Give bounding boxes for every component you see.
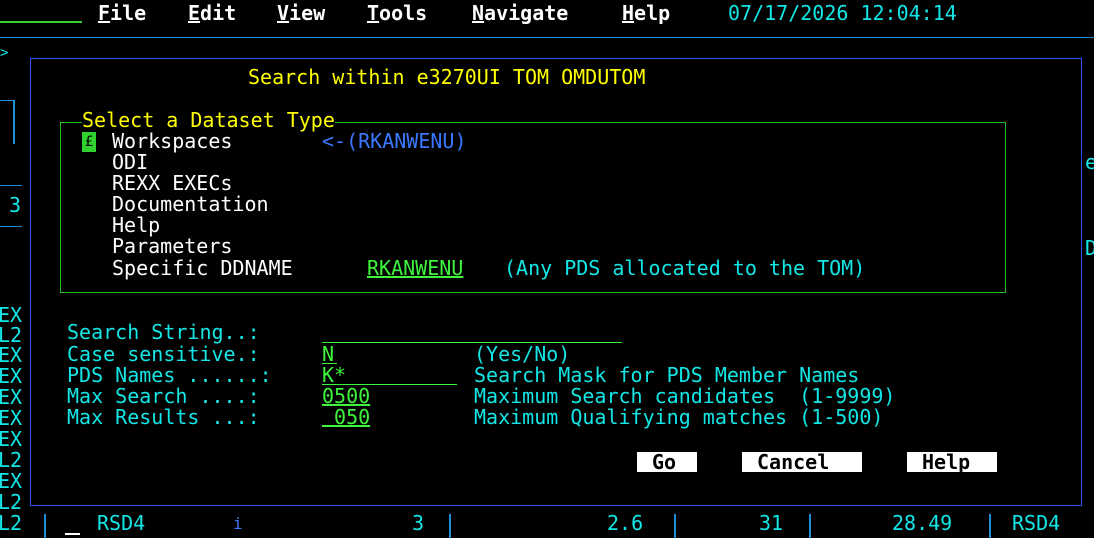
option-documentation[interactable]: Documentation [112,194,269,215]
menu-help[interactable]: Help [622,3,670,24]
max-results-label: Max Results ...: [67,405,260,429]
status-cursor [65,533,80,535]
case-sensitive-input[interactable]: N [322,344,334,365]
pds-names-hint: Search Mask for PDS Member Names [474,363,860,387]
bg-left-row7: EX [0,427,23,451]
status-val1: 2.6 [607,511,644,535]
menu-tools[interactable]: Tools [367,3,427,24]
bg-left-arrow: > [0,45,9,61]
menu-navigate[interactable]: Navigate [472,3,568,24]
bg-left-row10: L2 [0,490,23,514]
case-sensitive-hint: (Yes/No) [474,342,571,366]
status-divider-3 [809,514,811,538]
menu-file-key: F [98,1,111,25]
cancel-button[interactable]: Cancel [742,452,862,472]
workspaces-hint: <-(RKANWENU) [322,129,467,153]
status-divider-4 [989,514,991,538]
help-button[interactable]: Help [907,452,997,472]
bg-right-d: D [1085,236,1094,260]
bg-left-row6: EX [0,406,23,430]
menu-navigate-rest: avigate [484,1,569,25]
datetime: 07/17/2026 12:04:14 [728,1,957,25]
bg-left-row11: L2 [0,511,23,535]
bg-left-3: 3 [9,193,22,217]
menu-edit-key: E [188,1,201,25]
case-sensitive-label: Case sensitive.: [67,342,260,366]
menu-view-rest: iew [289,1,326,25]
bg-left-tick2 [0,185,22,186]
menu-file-rest: ile [110,1,147,25]
menu-tools-rest: ools [379,1,428,25]
option-specific-ddname[interactable]: Specific DDNAME [112,258,293,279]
option-help[interactable]: Help [112,215,160,236]
menu-edit-rest: dit [200,1,237,25]
menubar-underline [0,21,82,23]
status-divider-1 [449,514,451,538]
top-separator [0,37,1094,38]
bg-left-row4: EX [0,364,23,388]
bg-left-row9: EX [0,469,23,493]
menu-help-key: H [622,1,635,25]
option-parameters[interactable]: Parameters [112,236,232,257]
bg-left-row5: EX [0,385,23,409]
bg-left-bar [13,100,15,144]
search-string-underline [322,342,622,343]
status-system2: RSD4 [1012,511,1061,535]
go-button[interactable]: Go [637,452,697,472]
pds-names-label: PDS Names ......: [67,363,272,387]
status-divider-2 [674,514,676,538]
menu-navigate-key: N [472,1,485,25]
bg-left-row8: L2 [0,448,23,472]
option-rexx-execs[interactable]: REXX EXECs [112,173,232,194]
menu-help-rest: elp [634,1,671,25]
option-odi[interactable]: ODI [112,152,148,173]
group-title: Select a Dataset Type [82,108,335,132]
max-search-label: Max Search ....: [67,384,260,408]
status-val2: 31 [759,511,784,535]
dialog-title: Search within e3270UI TOM OMDUTOM [248,65,646,89]
pds-names-input[interactable]: K* [322,365,346,386]
menu-file[interactable]: File [98,3,146,24]
bg-left-tick1 [0,100,14,101]
status-system: RSD4 [97,511,146,535]
bg-right-e: e [1085,150,1094,174]
max-results-input[interactable]: 050 [322,407,370,428]
menu-tools-key: T [367,1,380,25]
status-marker-icon: i [233,514,243,533]
ddname-input[interactable]: RKANWENU [367,258,463,279]
selection-marker[interactable]: £ [82,132,96,152]
status-count: 3 [412,511,425,535]
search-string-label: Search String..: [67,320,260,344]
option-workspaces[interactable]: Workspaces [112,131,232,152]
max-search-input[interactable]: 0500 [322,386,370,407]
ddname-hint: (Any PDS allocated to the TOM) [504,256,866,280]
status-divider-0 [44,514,46,538]
bg-left-tick3 [0,226,22,227]
bg-left-row3: EX [0,343,23,367]
max-search-hint: Maximum Search candidates (1-9999) [474,384,896,408]
menu-view-key: V [277,1,290,25]
menu-view[interactable]: View [277,3,325,24]
max-results-hint: Maximum Qualifying matches (1-500) [474,405,884,429]
status-val3: 28.49 [892,511,953,535]
menu-edit[interactable]: Edit [188,3,236,24]
